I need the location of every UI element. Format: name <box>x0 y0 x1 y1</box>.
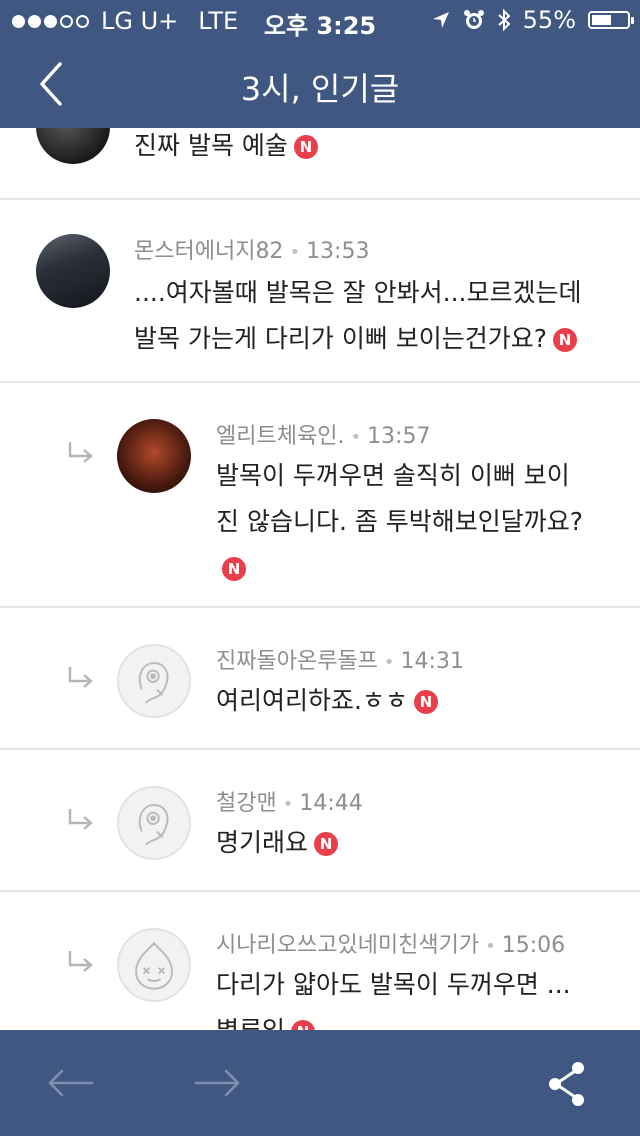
comment-text-line: 별루임 <box>216 1016 285 1030</box>
comment-author[interactable]: 철강맨 <box>216 791 277 816</box>
meta-separator: • <box>289 242 301 263</box>
comment-item: 엘리트체육인. • 13:57 발목이 두꺼우면 솔직히 이뻐 보이 진 않습니다.… <box>0 383 640 608</box>
comment-item: 진짜돌아온루돌프 • 14:31 여리여리하죠.ㅎㅎ N <box>0 608 640 750</box>
comment-author[interactable]: 엘리트체육인. <box>216 424 344 449</box>
meta-separator: • <box>485 936 496 957</box>
reply-arrow-icon <box>68 442 93 463</box>
comment-item: 철강맨 • 14:44 명기래요 N <box>0 750 640 892</box>
comment-text-line: 진 않습니다. 좀 투박해보인달까요? <box>216 507 584 536</box>
comment-time: 14:44 <box>299 791 363 816</box>
comment-text: ....여자볼때 발목은 잘 안봐서...모르겠는데 발목 가는게 다리가 이뻐… <box>134 270 581 362</box>
battery-percentage: 55% <box>522 6 576 34</box>
status-right: 55% <box>431 6 634 34</box>
new-badge: N <box>222 557 246 581</box>
user-avatar[interactable] <box>36 234 110 308</box>
meta-separator: • <box>350 427 362 448</box>
battery-level <box>592 15 611 25</box>
reply-arrow-icon <box>68 667 93 688</box>
forward-arrow-icon[interactable] <box>194 1068 242 1098</box>
comment-meta: 진짜돌아온루돌프 • 14:31 <box>216 643 464 675</box>
comment-time: 14:31 <box>400 649 464 674</box>
location-arrow-icon <box>432 12 449 28</box>
comment-time: 13:57 <box>367 424 431 449</box>
user-avatar[interactable] <box>36 128 110 164</box>
page-title: 3시, 인기글 <box>240 70 400 108</box>
battery-icon <box>588 11 634 29</box>
comment-text: 진짜 발목 예술 N <box>134 128 318 169</box>
comment-text: 명기래요 N <box>216 820 339 866</box>
comment-text: 발목이 두꺼우면 솔직히 이뻐 보이 진 않습니다. 좀 투박해보인달까요? N <box>216 453 583 591</box>
comment-text: 다리가 얇아도 발목이 두꺼우면 ... 별루임 N <box>216 962 571 1030</box>
comment-text-line: ....여자볼때 발목은 잘 안봐서...모르겠는데 <box>134 278 582 307</box>
new-badge: N <box>413 690 438 714</box>
comment-meta: 몬스터에너지82 • 13:53 <box>134 233 369 265</box>
navigation-bar: 3시, 인기글 <box>0 40 640 128</box>
default-avatar-icon[interactable] <box>117 928 191 1002</box>
comment-meta: 시나리오쓰고있네미친색기가 • 15:06 <box>216 927 565 959</box>
new-badge: N <box>553 328 578 352</box>
user-avatar[interactable] <box>117 419 191 493</box>
comment-time: 13:53 <box>306 239 370 264</box>
meta-separator: • <box>383 652 395 673</box>
meta-separator: • <box>282 794 294 815</box>
reply-arrow-icon <box>68 951 93 972</box>
comment-text: 여리여리하죠.ㅎㅎ N <box>216 678 438 724</box>
comment-author[interactable]: 몬스터에너지82 <box>134 239 283 264</box>
share-icon[interactable] <box>546 1060 588 1108</box>
comment-text-line: 발목이 두꺼우면 솔직히 이뻐 보이 <box>216 461 570 490</box>
bluetooth-icon <box>497 8 511 32</box>
comment-item: 시나리오쓰고있네미친색기가 • 15:06 다리가 얇아도 발목이 두꺼우면 ...… <box>0 892 640 1030</box>
comment-author[interactable]: 시나리오쓰고있네미친색기가 <box>216 933 479 958</box>
comment-meta: 철강맨 • 14:44 <box>216 785 363 817</box>
alarm-clock-icon <box>463 10 484 29</box>
comment-list[interactable]: 진짜 발목 예술 N 몬스터에너지82 • 13:53 ....여자볼때 발목은 잘 … <box>0 128 640 1030</box>
bottom-toolbar <box>0 1030 640 1136</box>
comment-text-line: 다리가 얇아도 발목이 두꺼우면 ... <box>216 970 571 999</box>
default-avatar-icon[interactable] <box>117 644 191 718</box>
default-avatar-icon[interactable] <box>117 786 191 860</box>
comment-time: 15:06 <box>501 933 566 958</box>
comment-item: 몬스터에너지82 • 13:53 ....여자볼때 발목은 잘 안봐서...모르겠는… <box>0 200 640 383</box>
comment-text-line: 발목 가는게 다리가 이뻐 보이는건가요? <box>134 324 548 353</box>
back-arrow-icon[interactable] <box>46 1068 94 1098</box>
new-badge: N <box>291 1020 316 1030</box>
new-badge: N <box>293 135 318 159</box>
comment-item: 진짜 발목 예술 N <box>0 128 640 200</box>
status-bar: LG U+ LTE 오후 3:25 55% <box>0 0 640 40</box>
new-badge: N <box>314 832 339 856</box>
reply-arrow-icon <box>68 809 93 830</box>
comment-author[interactable]: 진짜돌아온루돌프 <box>216 649 378 674</box>
comment-meta: 엘리트체육인. • 13:57 <box>216 418 430 450</box>
